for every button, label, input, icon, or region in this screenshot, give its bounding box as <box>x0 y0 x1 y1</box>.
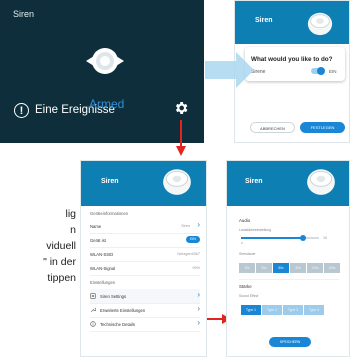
row-advanced-settings[interactable]: Erweiterte Einstellungen › <box>90 303 200 318</box>
siren-settings-screen: Siren Audio Lautstärkeeinstellung 0 10 S… <box>226 160 350 357</box>
row-technical-details[interactable]: Technische Details › <box>90 317 200 332</box>
row-label: Gerät ist <box>90 238 106 243</box>
strength-label: Stärke <box>239 284 252 289</box>
sound-option[interactable]: Type 4 <box>304 305 324 315</box>
row-value: 99% <box>192 266 200 270</box>
duration-option[interactable]: 10s <box>239 263 255 273</box>
row-value: Siren <box>181 224 190 228</box>
settings-header: Siren <box>81 161 206 206</box>
chevron-right-icon: › <box>197 220 200 229</box>
volume-min: 0 <box>241 241 243 245</box>
popup-title: Siren <box>255 17 273 24</box>
text-line: " in der <box>43 256 76 268</box>
cancel-button[interactable]: ABBRECHEN <box>250 122 295 133</box>
sound-option[interactable]: Type 3 <box>283 305 303 315</box>
sound-effect-label: Sound Effect <box>239 294 259 298</box>
settings-title: Siren <box>101 178 119 185</box>
device-title: Siren <box>13 9 35 19</box>
section-settings: Einstellungen <box>90 280 116 285</box>
row-label: WLAN-Signal <box>90 266 116 271</box>
siren-device-icon[interactable] <box>84 46 126 76</box>
row-label: Siren Settings <box>100 294 127 299</box>
row-label: Technische Details <box>100 322 135 327</box>
siren-toggle[interactable] <box>311 67 325 75</box>
toggle-state: EIN <box>329 69 337 74</box>
chevron-right-icon: › <box>197 290 200 299</box>
sound-option[interactable]: Type 2 <box>262 305 282 315</box>
audio-header: Siren <box>227 161 349 206</box>
siren-settings-icon <box>90 293 96 299</box>
popup-dialog <box>245 47 345 81</box>
duration-option-selected[interactable]: 60s <box>273 263 289 273</box>
device-tile[interactable]: Siren ! Eine Ereignisse Armed <box>0 0 204 143</box>
toggle-knob <box>317 67 325 75</box>
duration-option[interactable]: 180s <box>324 263 340 273</box>
text-line: lig <box>65 208 76 220</box>
dialog-question: What would you like to do? <box>251 56 333 63</box>
popup-screen: Siren What would you like to do? Sirene … <box>234 0 350 143</box>
siren-device-icon <box>307 169 335 195</box>
row-label: WLAN-SSID <box>90 252 114 257</box>
audio-title: Siren <box>245 178 263 185</box>
row-siren-settings[interactable]: Siren Settings › <box>90 289 200 304</box>
wrench-icon <box>90 307 96 313</box>
section-divider <box>239 279 339 280</box>
row-device-on: Gerät ist EIN <box>90 233 200 248</box>
row-wlan-signal: WLAN-Signal 99% <box>90 261 200 276</box>
armed-status: Armed <box>89 97 125 111</box>
volume-max: 10 <box>323 236 327 240</box>
popup-header: Siren <box>235 1 349 44</box>
text-line: tippen <box>47 272 76 284</box>
row-name[interactable]: Name Siren › <box>90 219 200 234</box>
confirm-button[interactable]: FESTLEGEN <box>300 122 345 133</box>
save-button[interactable]: SPEICHERN <box>269 337 311 347</box>
row-label: Name <box>90 224 102 229</box>
duration-option[interactable]: 120s <box>307 263 323 273</box>
audio-label: Audio <box>239 218 251 223</box>
row-wlan-ssid: WLAN-SSID Netzgen4567 <box>90 247 200 262</box>
volume-knob[interactable] <box>300 235 307 241</box>
duration-label: Sirendauer <box>239 252 256 256</box>
siren-device-icon <box>307 12 333 36</box>
volume-fill <box>241 237 304 239</box>
volume-slider[interactable] <box>241 235 319 241</box>
gear-icon[interactable] <box>173 100 189 116</box>
exclamation-circle-icon: ! <box>14 103 29 118</box>
duration-option[interactable]: 90s <box>290 263 306 273</box>
text-line: n <box>70 224 76 236</box>
info-icon <box>90 321 96 327</box>
duration-option[interactable]: 30s <box>256 263 272 273</box>
instruction-text-fragment: lig n viduell " in der tippen <box>2 206 76 286</box>
device-on-toggle[interactable]: EIN <box>186 236 200 243</box>
siren-device-icon <box>163 169 191 195</box>
section-device-info: Geräteinformationen <box>90 211 129 216</box>
chevron-right-icon: › <box>197 304 200 313</box>
text-line: viduell <box>46 240 76 252</box>
volume-label: Lautstärkeeinstellung <box>239 228 272 232</box>
row-label: Erweiterte Einstellungen <box>100 308 146 313</box>
settings-screen: Siren Geräteinformationen Name Siren › G… <box>80 160 207 357</box>
siren-switch-label: Sirene <box>251 69 266 75</box>
sound-option-selected[interactable]: Type 1 <box>241 305 261 315</box>
row-value: Netzgen4567 <box>177 252 200 256</box>
chevron-right-icon: › <box>197 318 200 327</box>
